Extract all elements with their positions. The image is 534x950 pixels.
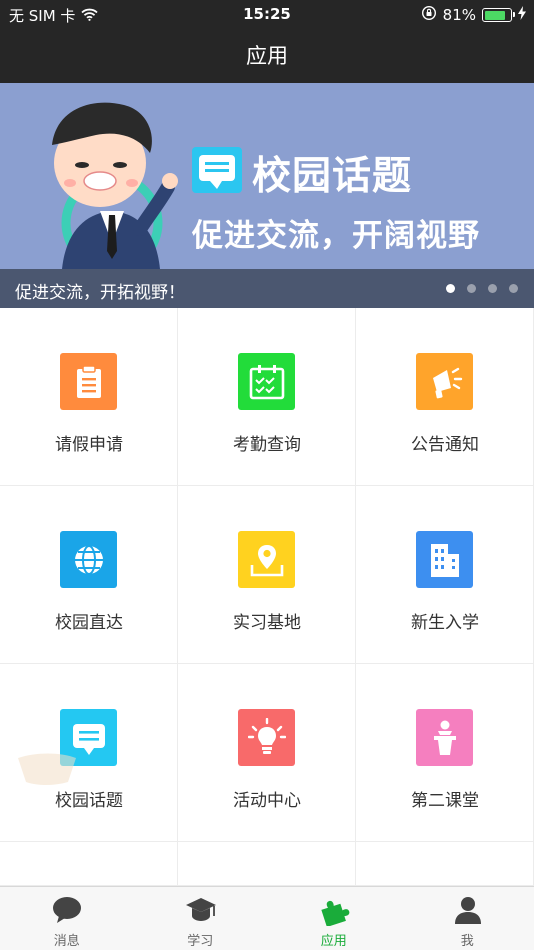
app-tile-9[interactable]: 第二课堂 — [356, 664, 534, 842]
calendar-icon — [238, 353, 295, 410]
empty-tile — [178, 842, 356, 886]
empty-tile — [0, 842, 178, 886]
battery-icon — [482, 8, 515, 22]
banner-headline: 校园话题 — [252, 154, 413, 199]
charging-icon — [518, 6, 526, 24]
app-tile-3[interactable]: 公告通知 — [356, 308, 534, 486]
lightbulb-icon — [238, 709, 295, 766]
status-bar: 无 SIM 卡 15:25 81% — [0, 0, 534, 28]
tab-label: 我 — [460, 934, 474, 949]
app-tile-label: 新生入学 — [411, 613, 479, 633]
person-icon — [448, 894, 488, 926]
page-dot[interactable] — [509, 284, 518, 293]
app-tile-5[interactable]: 实习基地 — [178, 486, 356, 664]
graduation-cap-icon — [181, 894, 221, 926]
banner-subline: 促进交流，开阔视野 — [192, 218, 480, 254]
app-tile-label: 实习基地 — [233, 613, 301, 633]
orientation-lock-icon — [421, 5, 437, 25]
tab-3[interactable]: 应用 — [267, 887, 401, 950]
app-tile-2[interactable]: 考勤查询 — [178, 308, 356, 486]
app-screen: 无 SIM 卡 15:25 81% 应用 校园话题 促进交流，开阔视野 促进交流… — [0, 0, 534, 950]
app-tile-6[interactable]: 新生入学 — [356, 486, 534, 664]
app-tile-label: 考勤查询 — [233, 435, 301, 455]
banner-caption-bar: 促进交流，开拓视野！ — [0, 269, 534, 308]
podium-icon — [416, 709, 473, 766]
page-title: 应用 — [246, 44, 288, 68]
page-dot[interactable] — [488, 284, 497, 293]
chat-icon — [47, 894, 87, 926]
app-tile-label: 校园直达 — [55, 613, 123, 633]
tab-bar: 消息 学习 应用 我 — [0, 886, 534, 950]
tab-label: 应用 — [320, 934, 347, 949]
page-dot[interactable] — [446, 284, 455, 293]
app-tile-label: 公告通知 — [411, 435, 479, 455]
puzzle-icon — [314, 894, 354, 926]
page-dot[interactable] — [467, 284, 476, 293]
app-tile-label: 请假申请 — [55, 435, 123, 455]
app-tile-8[interactable]: 活动中心 — [178, 664, 356, 842]
tab-1[interactable]: 消息 — [0, 887, 134, 950]
app-tile-1[interactable]: 请假申请 — [0, 308, 178, 486]
building-icon — [416, 531, 473, 588]
app-tile-label: 校园话题 — [55, 791, 123, 811]
page-indicator[interactable] — [446, 284, 518, 293]
globe-icon — [60, 531, 117, 588]
status-right: 81% — [421, 5, 526, 25]
app-tile-4[interactable]: 校园直达 — [0, 486, 178, 664]
tab-2[interactable]: 学习 — [134, 887, 268, 950]
empty-tile — [356, 842, 534, 886]
tab-4[interactable]: 我 — [401, 887, 534, 950]
clipboard-icon — [60, 353, 117, 410]
megaphone-icon — [416, 353, 473, 410]
tab-label: 消息 — [53, 934, 80, 949]
banner-carousel[interactable]: 校园话题 促进交流，开阔视野 促进交流，开拓视野！ — [0, 83, 534, 308]
app-grid: 请假申请 考勤查询 公告通知校园直达 实习基地 新生入学校园话题 活动中心 第二课堂 — [0, 308, 534, 886]
app-tile-label: 活动中心 — [233, 791, 301, 811]
battery-percent: 81% — [442, 6, 476, 24]
cup-decoration — [18, 753, 76, 785]
top-bar: 无 SIM 卡 15:25 81% 应用 — [0, 0, 534, 83]
map-pin-icon — [238, 531, 295, 588]
banner-caption-text: 促进交流，开拓视野！ — [15, 283, 185, 303]
tab-label: 学习 — [187, 934, 214, 949]
app-tile-label: 第二课堂 — [411, 791, 479, 811]
